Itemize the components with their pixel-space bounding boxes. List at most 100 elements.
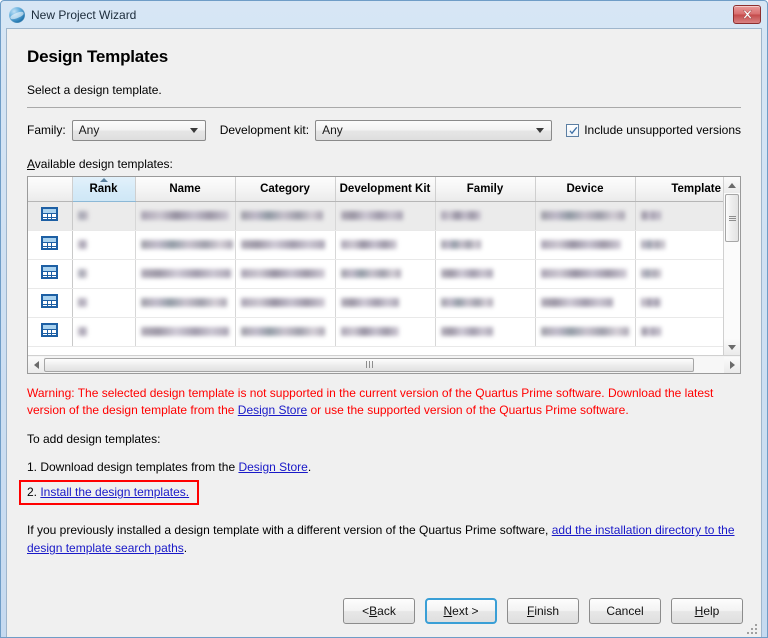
instructions-heading: To add design templates: bbox=[27, 432, 161, 446]
development-kit-select-value: Any bbox=[322, 123, 343, 137]
instruction-step-1: 1. Download design templates from the De… bbox=[27, 460, 741, 474]
table-grid-area[interactable]: Rank Name Category Development Kit Famil… bbox=[28, 177, 723, 355]
cell-category bbox=[235, 230, 336, 260]
design-store-link[interactable]: Design Store bbox=[238, 403, 307, 417]
footer-note-part2: . bbox=[183, 541, 188, 555]
scroll-right-icon[interactable] bbox=[724, 356, 740, 373]
cell-development-kit bbox=[335, 317, 436, 347]
table-header-row: Rank Name Category Development Kit Famil… bbox=[28, 177, 723, 202]
family-select[interactable]: Any bbox=[71, 119, 206, 141]
dialog-button-bar: < Back Next > Finish Cancel Help bbox=[7, 585, 761, 637]
table-row[interactable] bbox=[28, 317, 723, 347]
table-horizontal-scrollbar[interactable] bbox=[28, 355, 740, 373]
horizontal-scroll-thumb[interactable] bbox=[44, 357, 694, 372]
scroll-down-icon[interactable] bbox=[724, 339, 740, 355]
dialog-client-area: Design Templates Select a design templat… bbox=[6, 28, 762, 637]
include-unsupported-checkbox[interactable]: Include unsupported versions bbox=[566, 123, 741, 137]
next-button[interactable]: Next > bbox=[425, 598, 497, 624]
cell-development-kit bbox=[335, 259, 436, 289]
dialog-content: Design Templates Select a design templat… bbox=[7, 29, 761, 585]
vertical-scroll-thumb[interactable] bbox=[725, 194, 739, 242]
development-kit-select[interactable]: Any bbox=[315, 119, 553, 141]
cell-device bbox=[535, 317, 636, 347]
cell-development-kit bbox=[335, 201, 436, 231]
install-design-templates-link[interactable]: Install the design templates. bbox=[40, 485, 189, 499]
cell-category bbox=[235, 259, 336, 289]
cell-development-kit bbox=[335, 288, 436, 318]
table-row[interactable] bbox=[28, 288, 723, 318]
table-body bbox=[28, 201, 723, 347]
cell-name bbox=[135, 259, 236, 289]
grid-icon bbox=[41, 207, 59, 221]
cell-rank bbox=[72, 230, 136, 260]
cell-device bbox=[535, 259, 636, 289]
back-button[interactable]: < Back bbox=[343, 598, 415, 624]
column-header-family[interactable]: Family bbox=[435, 177, 536, 202]
cell-template-version bbox=[635, 317, 723, 347]
footer-note-part1: If you previously installed a design tem… bbox=[27, 523, 552, 537]
family-label: Family: bbox=[27, 123, 66, 137]
help-button[interactable]: Help bbox=[671, 598, 743, 624]
vertical-scroll-track[interactable] bbox=[724, 242, 740, 339]
column-header-rank[interactable]: Rank bbox=[72, 177, 136, 202]
family-select-value: Any bbox=[78, 123, 100, 137]
row-template-icon bbox=[28, 259, 73, 289]
column-header-icon[interactable] bbox=[28, 177, 73, 202]
chevron-down-icon bbox=[189, 128, 198, 133]
footer-note: If you previously installed a design tem… bbox=[27, 521, 741, 557]
close-icon[interactable] bbox=[733, 5, 761, 24]
header-divider bbox=[27, 107, 741, 108]
available-templates-label: Available design templates: bbox=[27, 157, 173, 171]
scroll-up-icon[interactable] bbox=[724, 177, 740, 193]
cell-device bbox=[535, 201, 636, 231]
include-unsupported-label: Include unsupported versions bbox=[584, 123, 741, 137]
column-header-device[interactable]: Device bbox=[535, 177, 636, 202]
column-header-rank-label: Rank bbox=[89, 182, 118, 195]
grid-icon bbox=[41, 323, 59, 337]
grip-icon bbox=[728, 215, 736, 222]
window-title: New Project Wizard bbox=[31, 7, 137, 22]
cell-rank bbox=[72, 317, 136, 347]
column-header-category[interactable]: Category bbox=[235, 177, 336, 202]
table-row[interactable] bbox=[28, 230, 723, 260]
cancel-button[interactable]: Cancel bbox=[589, 598, 661, 624]
design-templates-table[interactable]: Rank Name Category Development Kit Famil… bbox=[27, 176, 741, 374]
horizontal-scroll-track[interactable] bbox=[694, 356, 724, 373]
cell-family bbox=[435, 317, 536, 347]
cell-name bbox=[135, 317, 236, 347]
checkmark-icon bbox=[566, 123, 580, 137]
cell-template-version bbox=[635, 288, 723, 318]
cell-rank bbox=[72, 288, 136, 318]
chevron-down-icon bbox=[536, 128, 545, 133]
cell-rank bbox=[72, 201, 136, 231]
cell-template-version bbox=[635, 259, 723, 289]
finish-button[interactable]: Finish bbox=[507, 598, 579, 624]
cell-name bbox=[135, 288, 236, 318]
sort-ascending-icon bbox=[99, 178, 108, 182]
table-row[interactable] bbox=[28, 259, 723, 289]
scroll-left-icon[interactable] bbox=[28, 356, 44, 373]
step-1-suffix: . bbox=[307, 460, 312, 474]
new-project-wizard-window: New Project Wizard Design Templates Sele… bbox=[0, 0, 768, 638]
cell-category bbox=[235, 201, 336, 231]
instruction-step-2-highlight[interactable]: 2. Install the design templates. bbox=[19, 480, 200, 505]
column-header-name[interactable]: Name bbox=[135, 177, 236, 202]
step-2-prefix: 2. bbox=[27, 485, 41, 499]
cell-category bbox=[235, 288, 336, 318]
cell-family bbox=[435, 230, 536, 260]
resize-grip-icon[interactable] bbox=[747, 624, 757, 634]
table-row[interactable] bbox=[28, 201, 723, 231]
cell-device bbox=[535, 288, 636, 318]
warning-message: Warning: The selected design template is… bbox=[27, 385, 741, 419]
warning-text-part2: or use the supported version of the Quar… bbox=[307, 403, 629, 417]
design-store-link[interactable]: Design Store bbox=[238, 460, 307, 474]
table-vertical-scrollbar[interactable] bbox=[723, 177, 740, 355]
column-header-development-kit[interactable]: Development Kit bbox=[335, 177, 436, 202]
filter-row: Family: Any Development kit: Any Include… bbox=[27, 119, 741, 141]
titlebar[interactable]: New Project Wizard bbox=[1, 1, 767, 28]
column-header-template-version[interactable]: Template Versi bbox=[635, 177, 723, 202]
cell-rank bbox=[72, 259, 136, 289]
cell-development-kit bbox=[335, 230, 436, 260]
cell-family bbox=[435, 201, 536, 231]
cell-family bbox=[435, 288, 536, 318]
